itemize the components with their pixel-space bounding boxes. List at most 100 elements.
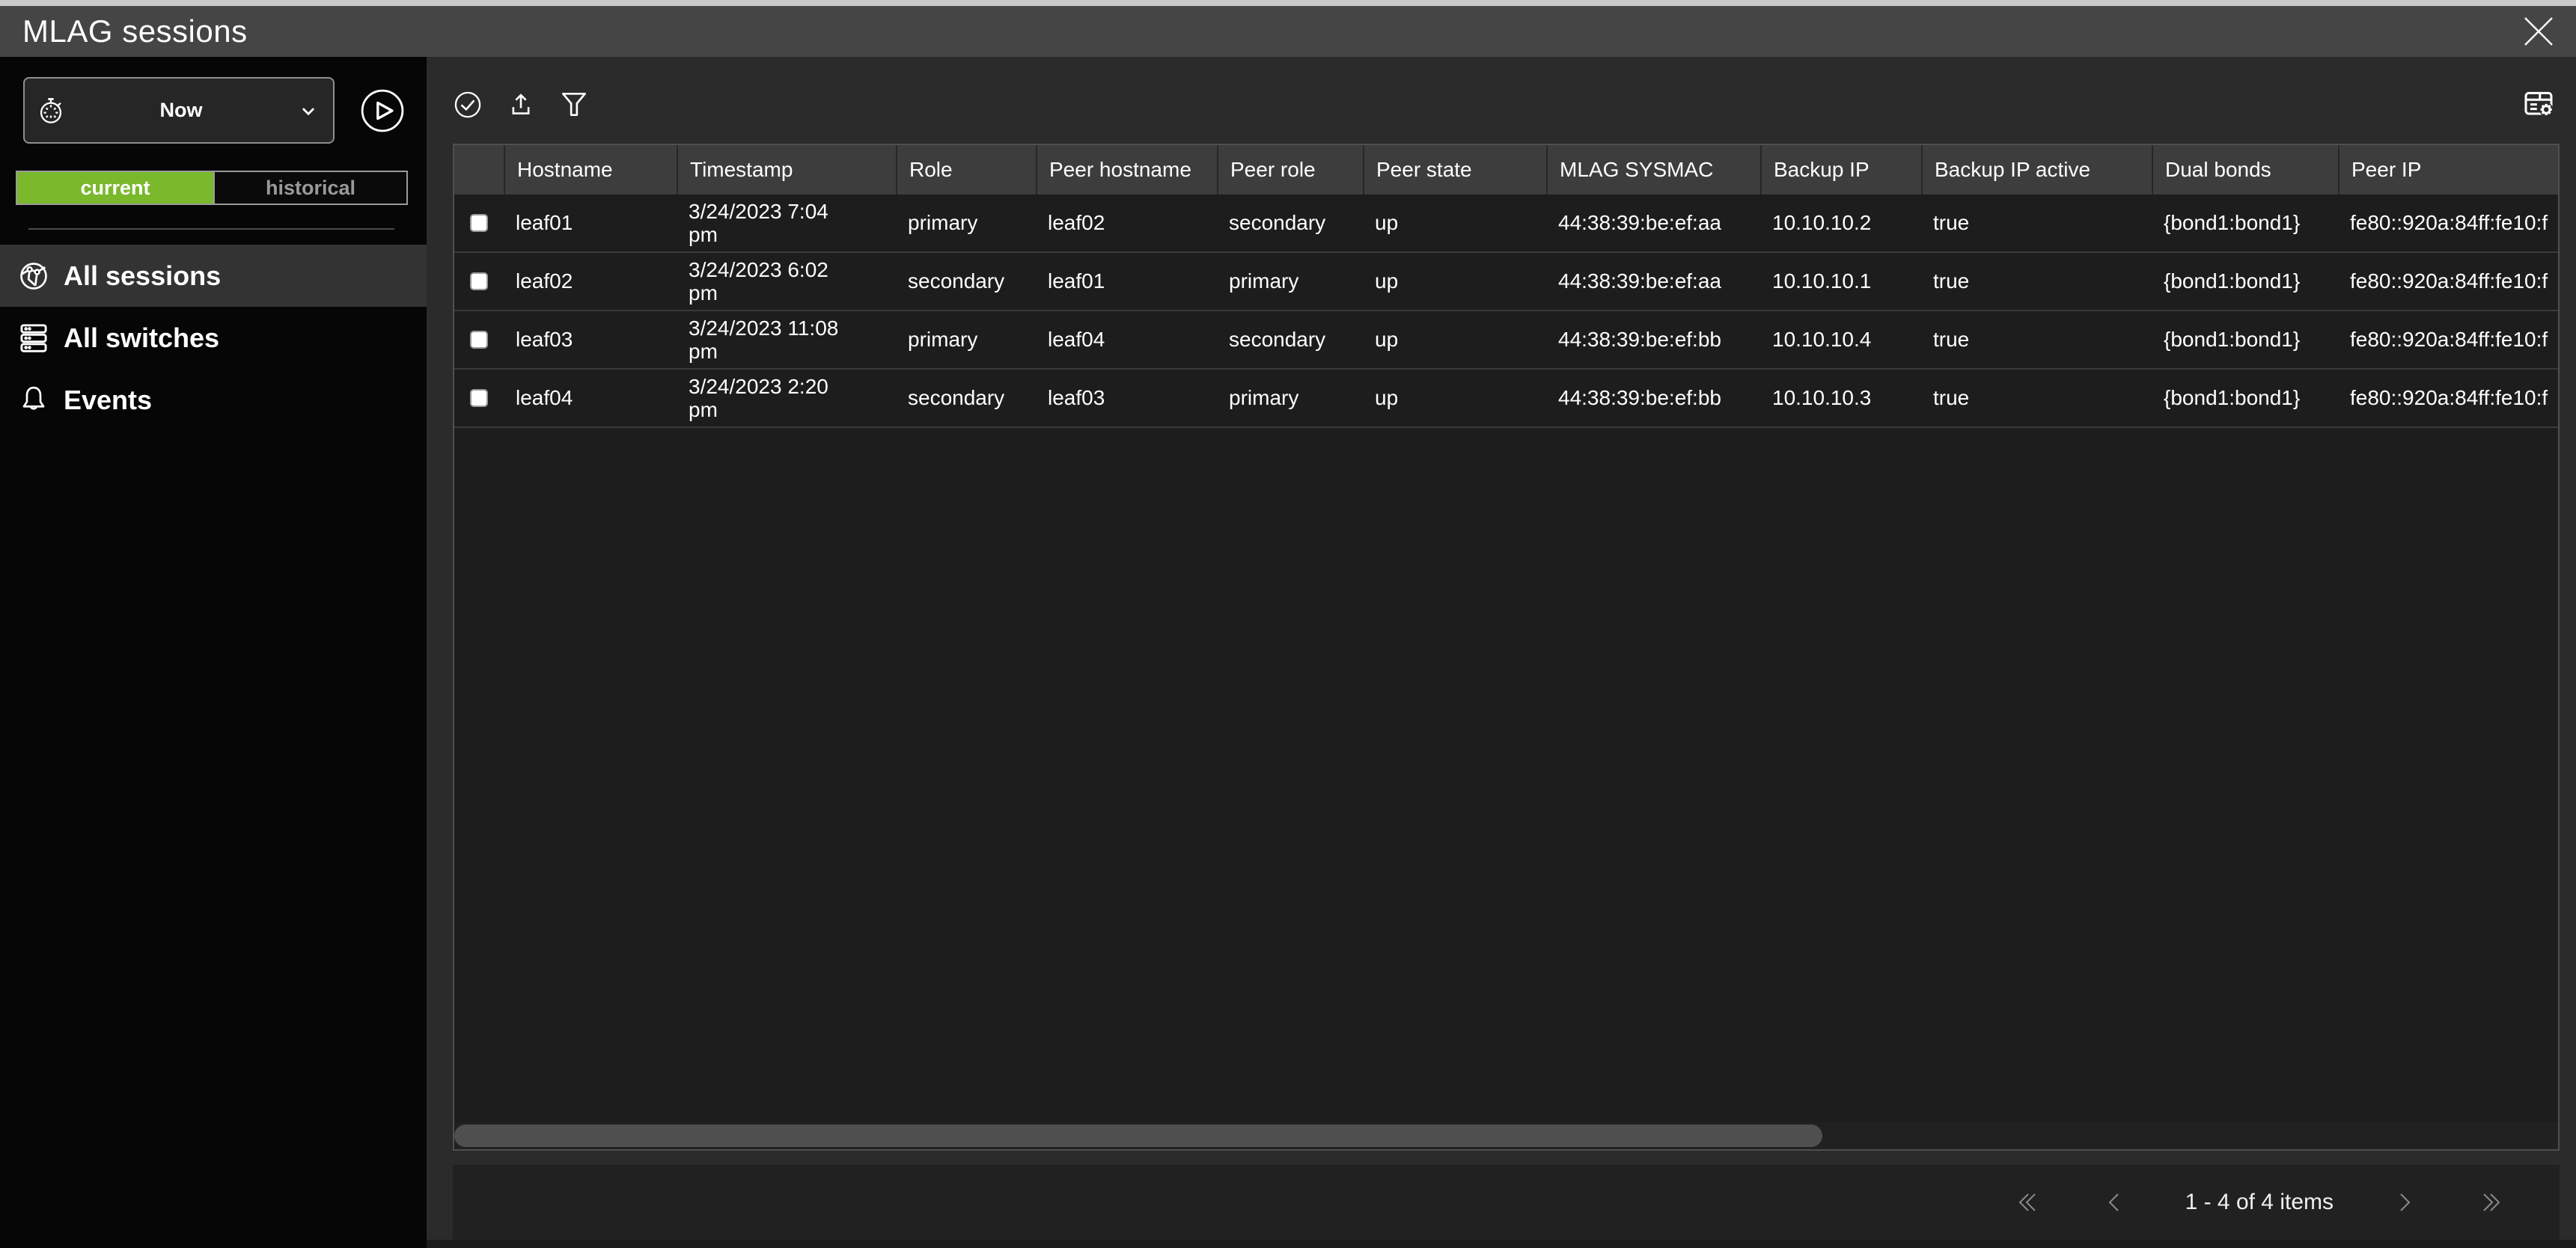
header-cell-timestamp[interactable]: Timestamp: [677, 145, 896, 195]
cell-backup-ip-active: true: [1921, 195, 2152, 251]
header-cell-dual-bonds[interactable]: Dual bonds: [2152, 145, 2338, 195]
cell-hostname: leaf03: [504, 311, 677, 368]
header-cell-backup-ip[interactable]: Backup IP: [1760, 145, 1921, 195]
sidebar-item-label: Events: [64, 385, 152, 416]
pagination-bar: 1 - 4 of 4 items: [453, 1165, 2560, 1240]
next-page-button[interactable]: [2387, 1186, 2420, 1219]
header-cell-hostname[interactable]: Hostname: [504, 145, 677, 195]
top-edge-strip: [0, 0, 2576, 6]
row-select-cell[interactable]: [454, 370, 504, 426]
header-cell-peer-role[interactable]: Peer role: [1217, 145, 1363, 195]
time-range-select[interactable]: Now: [23, 77, 335, 144]
header-cell-role[interactable]: Role: [896, 145, 1036, 195]
switch-stack-icon: [16, 321, 51, 355]
row-select-cell[interactable]: [454, 195, 504, 251]
time-picker-row: Now: [0, 57, 427, 144]
toggle-historical[interactable]: historical: [213, 172, 406, 204]
table-settings-button[interactable]: [2521, 86, 2558, 123]
row-select-cell[interactable]: [454, 311, 504, 368]
network-globe-icon: [16, 259, 51, 293]
cell-peer-hostname: leaf01: [1036, 253, 1217, 310]
header-cell-select: [454, 145, 504, 195]
page-title: MLAG sessions: [22, 13, 248, 49]
cell-backup-ip: 10.10.10.4: [1760, 311, 1921, 368]
cell-peer-state: up: [1363, 253, 1546, 310]
export-icon: [505, 89, 537, 120]
chevrons-left-icon: [2012, 1186, 2045, 1219]
cell-role: secondary: [896, 253, 1036, 310]
table-toolbar: [427, 57, 2576, 144]
header-cell-backup-ip-active[interactable]: Backup IP active: [1921, 145, 2152, 195]
cell-backup-ip-active: true: [1921, 311, 2152, 368]
content-area: Now current historical: [0, 57, 2576, 1248]
cell-timestamp: 3/24/2023 2:20 pm: [677, 370, 896, 426]
cell-peer-role: secondary: [1217, 311, 1363, 368]
sidebar-item-all-sessions[interactable]: All sessions: [0, 245, 427, 307]
toggle-current[interactable]: current: [17, 172, 213, 204]
sidebar-item-events[interactable]: Events: [0, 369, 427, 431]
play-button[interactable]: [359, 88, 406, 134]
previous-page-button[interactable]: [2099, 1186, 2131, 1219]
cell-peer-state: up: [1363, 195, 1546, 251]
table-body: leaf013/24/2023 7:04 pmprimaryleaf02seco…: [454, 195, 2558, 428]
cell-peer-ip: fe80::920a:84ff:fe10:f: [2338, 253, 2560, 310]
header-cell-peer-ip[interactable]: Peer IP: [2338, 145, 2560, 195]
modal-titlebar: MLAG sessions: [0, 6, 2576, 57]
cell-backup-ip-active: true: [1921, 253, 2152, 310]
row-checkbox[interactable]: [470, 272, 488, 290]
chevrons-right-icon: [2474, 1186, 2507, 1219]
cell-mlag-sysmac: 44:38:39:be:ef:bb: [1546, 311, 1760, 368]
header-cell-mlag-sysmac[interactable]: MLAG SYSMAC: [1546, 145, 1760, 195]
sidebar: Now current historical: [0, 57, 427, 1248]
cell-mlag-sysmac: 44:38:39:be:ef:bb: [1546, 370, 1760, 426]
table-row[interactable]: leaf023/24/2023 6:02 pmsecondaryleaf01pr…: [454, 253, 2558, 311]
row-select-cell[interactable]: [454, 253, 504, 310]
cell-role: primary: [896, 311, 1036, 368]
row-checkbox[interactable]: [470, 331, 488, 349]
cell-peer-state: up: [1363, 311, 1546, 368]
cell-peer-role: primary: [1217, 253, 1363, 310]
cell-role: secondary: [896, 370, 1036, 426]
sidebar-menu: All sessions All switches: [0, 245, 427, 431]
cell-mlag-sysmac: 44:38:39:be:ef:aa: [1546, 195, 1760, 251]
sessions-table: HostnameTimestampRolePeer hostnamePeer r…: [453, 144, 2560, 1151]
scrollbar-thumb[interactable]: [454, 1125, 1822, 1147]
cell-timestamp: 3/24/2023 6:02 pm: [677, 253, 896, 310]
table-row[interactable]: leaf013/24/2023 7:04 pmprimaryleaf02seco…: [454, 195, 2558, 253]
time-range-value: Now: [67, 99, 296, 122]
cell-dual-bonds: {bond1:bond1}: [2152, 195, 2338, 251]
filter-button[interactable]: [558, 88, 590, 121]
table-settings-icon: [2521, 87, 2557, 123]
stopwatch-icon: [35, 95, 67, 126]
validation-check-icon: [452, 89, 483, 120]
horizontal-scrollbar[interactable]: [454, 1122, 2558, 1149]
chevron-left-icon: [2099, 1186, 2131, 1219]
close-button[interactable]: [2519, 12, 2558, 51]
sidebar-item-all-switches[interactable]: All switches: [0, 307, 427, 369]
export-button[interactable]: [504, 88, 537, 121]
cell-dual-bonds: {bond1:bond1}: [2152, 370, 2338, 426]
cell-backup-ip: 10.10.10.3: [1760, 370, 1921, 426]
row-checkbox[interactable]: [470, 389, 488, 407]
close-icon: [2521, 14, 2556, 49]
cell-peer-role: primary: [1217, 370, 1363, 426]
cell-peer-role: secondary: [1217, 195, 1363, 251]
header-cell-peer-state[interactable]: Peer state: [1363, 145, 1546, 195]
cell-timestamp: 3/24/2023 7:04 pm: [677, 195, 896, 251]
row-checkbox[interactable]: [470, 214, 488, 232]
chevron-down-icon: [296, 98, 321, 123]
table-row[interactable]: leaf043/24/2023 2:20 pmsecondaryleaf03pr…: [454, 370, 2558, 428]
sidebar-item-label: All switches: [64, 322, 219, 354]
validation-check-button[interactable]: [451, 88, 484, 121]
cell-peer-ip: fe80::920a:84ff:fe10:f: [2338, 195, 2560, 251]
sidebar-divider: [28, 228, 394, 230]
first-page-button[interactable]: [2012, 1186, 2045, 1219]
cell-mlag-sysmac: 44:38:39:be:ef:aa: [1546, 253, 1760, 310]
header-cell-peer-hostname[interactable]: Peer hostname: [1036, 145, 1217, 195]
pagination-label: 1 - 4 of 4 items: [2185, 1190, 2334, 1215]
table-row[interactable]: leaf033/24/2023 11:08 pmprimaryleaf04sec…: [454, 311, 2558, 370]
cell-peer-ip: fe80::920a:84ff:fe10:f: [2338, 311, 2560, 368]
cell-dual-bonds: {bond1:bond1}: [2152, 253, 2338, 310]
last-page-button[interactable]: [2474, 1186, 2507, 1219]
table-header-row: HostnameTimestampRolePeer hostnamePeer r…: [454, 145, 2558, 195]
